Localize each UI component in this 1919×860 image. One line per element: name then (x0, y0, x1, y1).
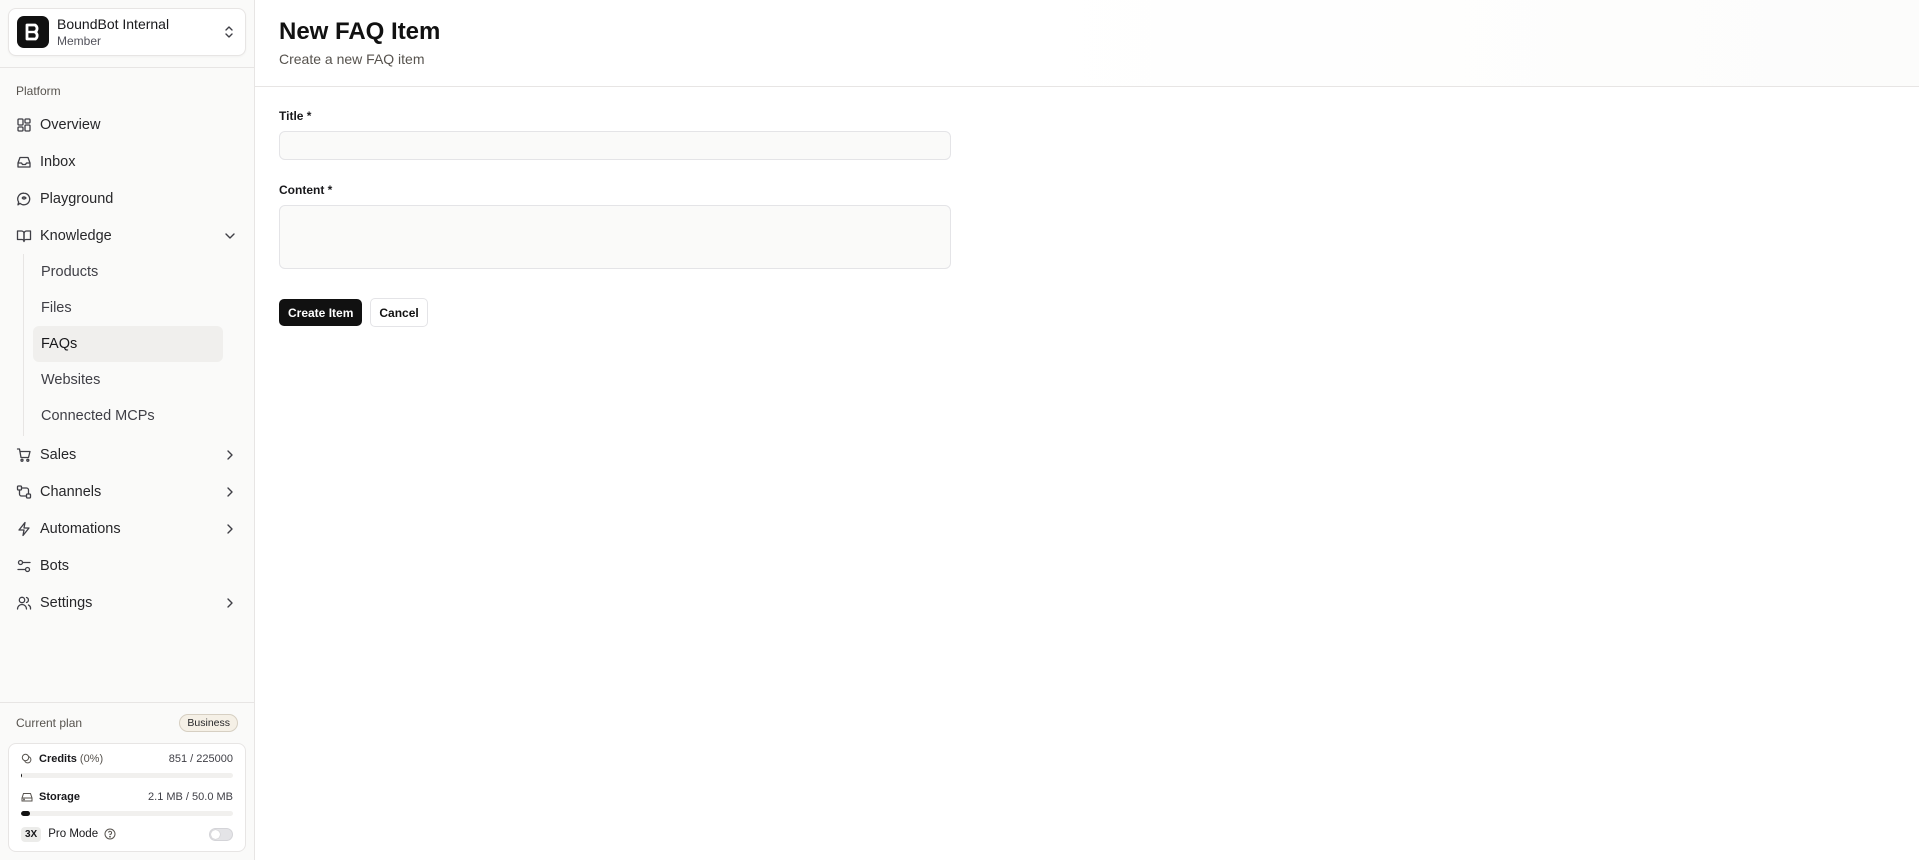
sidebar-item-label: Knowledge (40, 227, 112, 244)
plan-panel: Current plan Business Credits (0%) 851 /… (0, 702, 254, 860)
sidebar-item-knowledge[interactable]: Knowledge (8, 217, 246, 254)
chevrons-up-down-icon (221, 24, 237, 40)
storage-label: Storage (39, 791, 80, 803)
content-label: Content * (279, 183, 333, 197)
org-role: Member (57, 33, 102, 48)
sidebar-item-label: Automations (40, 520, 121, 537)
credits-progress-fill (21, 773, 23, 778)
page-header: New FAQ Item Create a new FAQ item (255, 0, 1919, 87)
create-item-button[interactable]: Create Item (279, 299, 363, 326)
sidebar-item-label: Overview (40, 116, 101, 133)
org-name: BoundBot Internal (57, 15, 170, 32)
sidebar-subitem-websites[interactable]: Websites (33, 362, 223, 398)
message-circle-icon (16, 191, 32, 207)
credits-percent: (0%) (79, 753, 104, 765)
sidebar: BoundBot Internal Member Platform Overvi… (0, 0, 255, 860)
chevron-right-icon (222, 595, 238, 611)
sidebar-item-overview[interactable]: Overview (8, 106, 246, 143)
shopping-cart-icon (16, 447, 32, 463)
org-logo-icon (17, 16, 49, 48)
faq-form: Title * Content * Create Item Cancel (255, 87, 975, 349)
pro-mode-label: Pro Mode (48, 828, 99, 840)
storage-value: 2.1 MB / 50.0 MB (148, 791, 233, 803)
sidebar-item-label: Channels (40, 483, 102, 500)
sidebar-subitem-products[interactable]: Products (33, 254, 223, 290)
sidebar-item-inbox[interactable]: Inbox (8, 143, 246, 180)
credits-progress-bar (21, 773, 233, 778)
section-label-platform: Platform (16, 84, 61, 98)
pro-mode-badge: 3X (21, 826, 42, 842)
sidebar-item-sales[interactable]: Sales (8, 436, 246, 473)
sidebar-subitem-connected-mcps[interactable]: Connected MCPs (33, 398, 223, 434)
sidebar-item-label: Playground (40, 190, 114, 207)
sidebar-item-label: Bots (40, 557, 70, 574)
credits-label: Credits (39, 753, 77, 765)
hard-drive-icon (21, 791, 33, 803)
credits-value: 851 / 225000 (168, 753, 233, 765)
current-plan-label: Current plan (16, 716, 83, 730)
plan-badge: Business (179, 714, 238, 732)
sidebar-item-channels[interactable]: Channels (8, 473, 246, 510)
sidebar-item-automations[interactable]: Automations (8, 510, 246, 547)
main-content: New FAQ Item Create a new FAQ item Title… (255, 0, 1919, 860)
title-input[interactable] (279, 131, 951, 160)
sidebar-item-label: Inbox (40, 153, 76, 170)
book-open-icon (16, 228, 32, 244)
route-icon (16, 484, 32, 500)
sidebar-nav: Overview Inbox Playground Knowledge Prod… (0, 106, 254, 621)
sidebar-item-bots[interactable]: Bots (8, 547, 246, 584)
chevron-right-icon (222, 521, 238, 537)
users-icon (16, 595, 32, 611)
sidebar-subitem-files[interactable]: Files (33, 290, 223, 326)
sliders-icon (16, 558, 32, 574)
sidebar-item-label: Sales (40, 446, 77, 463)
org-switcher[interactable]: BoundBot Internal Member (8, 8, 246, 56)
coins-icon (21, 753, 33, 765)
page-subtitle: Create a new FAQ item (279, 51, 425, 67)
title-label: Title * (279, 109, 312, 123)
sidebar-item-settings[interactable]: Settings (8, 584, 246, 621)
chevron-right-icon (222, 484, 238, 500)
layout-grid-icon (16, 117, 32, 133)
chevron-down-icon (222, 228, 238, 244)
help-circle-icon[interactable] (104, 828, 116, 840)
cancel-button[interactable]: Cancel (370, 298, 428, 327)
content-textarea[interactable] (279, 205, 951, 269)
usage-card: Credits (0%) 851 / 225000 Storage 2.1 MB… (8, 743, 246, 852)
storage-progress-bar (21, 811, 233, 816)
sidebar-subitem-faqs[interactable]: FAQs (33, 326, 223, 362)
chevron-right-icon (222, 447, 238, 463)
pro-mode-toggle[interactable] (209, 827, 233, 841)
knowledge-subnav: Products Files FAQs Websites Connected M… (23, 254, 246, 436)
page-title: New FAQ Item (279, 18, 441, 45)
storage-progress-fill (21, 811, 30, 816)
inbox-icon (16, 154, 32, 170)
sidebar-item-label: Settings (40, 594, 93, 611)
zap-icon (16, 521, 32, 537)
sidebar-item-playground[interactable]: Playground (8, 180, 246, 217)
